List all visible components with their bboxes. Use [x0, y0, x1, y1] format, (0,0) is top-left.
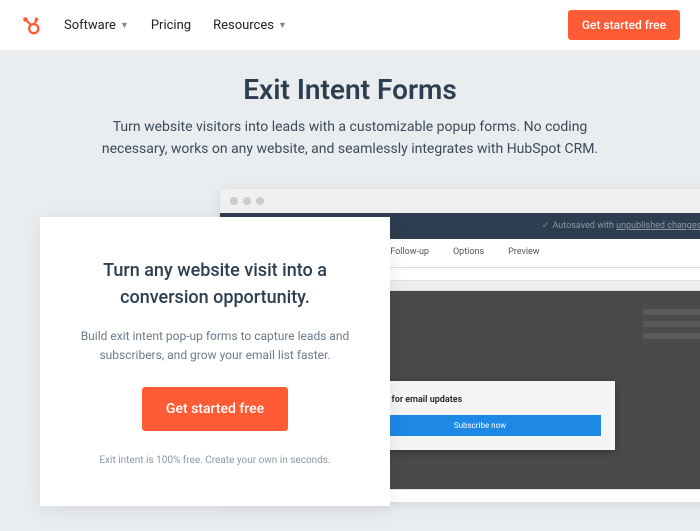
get-started-card-button[interactable]: Get started free	[142, 387, 288, 431]
tab-preview[interactable]: Preview	[496, 239, 551, 267]
hubspot-logo-icon	[20, 14, 42, 36]
chevron-down-icon: ▼	[278, 20, 287, 31]
window-controls	[220, 189, 700, 213]
hero-subtitle: Turn website visitors into leads with a …	[100, 116, 600, 161]
nav-pricing[interactable]: Pricing	[151, 18, 191, 33]
check-icon: ✓	[542, 221, 550, 231]
popup-title: Sign up for email updates	[359, 395, 601, 405]
feature-card: Turn any website visit into a conversion…	[40, 217, 390, 506]
hero-title: Exit Intent Forms	[40, 73, 660, 106]
card-footer: Exit intent is 100% free. Create your ow…	[74, 455, 356, 466]
nav-software[interactable]: Software▼	[64, 18, 129, 33]
tab-options[interactable]: Options	[441, 239, 496, 267]
card-title: Turn any website visit into a conversion…	[74, 257, 356, 311]
subscribe-button[interactable]: Subscribe now	[359, 415, 601, 436]
card-subtitle: Build exit intent pop-up forms to captur…	[74, 327, 356, 365]
nav-resources[interactable]: Resources▼	[213, 18, 287, 33]
chevron-down-icon: ▼	[120, 20, 129, 31]
autosave-status: ✓Autosaved with unpublished changes ▾	[542, 221, 700, 231]
get-started-header-button[interactable]: Get started free	[568, 10, 680, 40]
